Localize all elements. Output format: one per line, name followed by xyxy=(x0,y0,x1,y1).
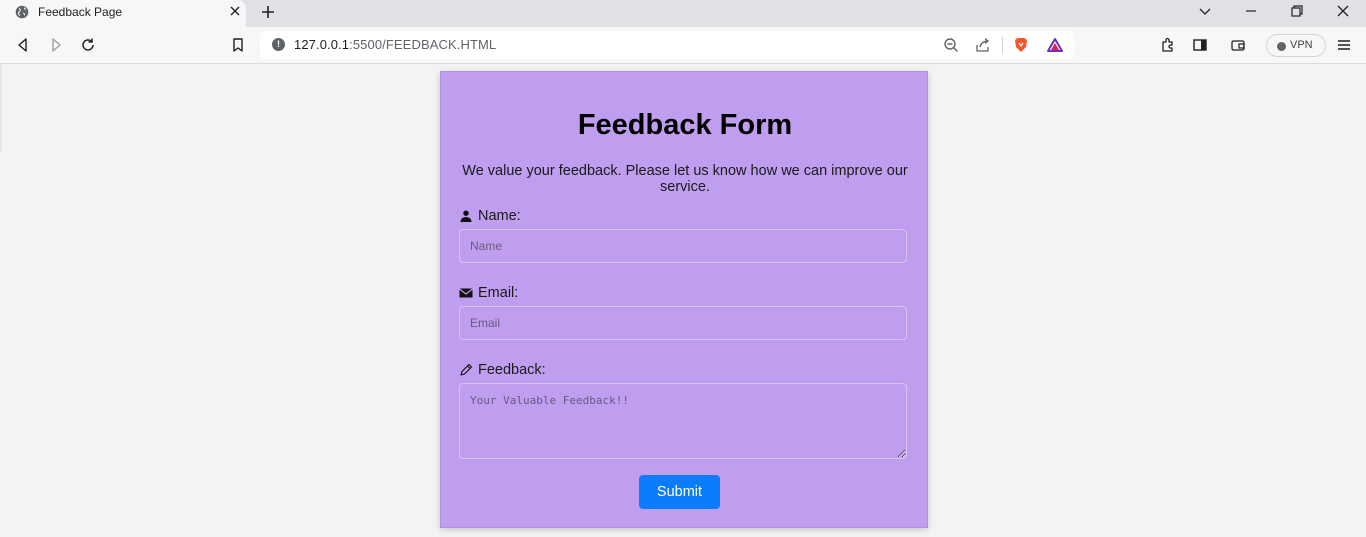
tab-search-chevron-icon[interactable] xyxy=(1198,4,1212,18)
name-label-text: Name: xyxy=(478,208,521,224)
email-label-text: Email: xyxy=(478,285,519,301)
brave-shields-icon[interactable] xyxy=(1013,37,1029,53)
url-text[interactable]: 127.0.0.1:5500/FEEDBACK.HTML xyxy=(294,37,496,52)
name-input[interactable] xyxy=(459,229,907,263)
vpn-label: VPN xyxy=(1290,39,1313,51)
vpn-status-dot xyxy=(1277,42,1286,51)
forward-icon[interactable] xyxy=(48,37,64,53)
browser-toolbar: ! 127.0.0.1:5500/FEEDBACK.HTML VPN xyxy=(0,27,1366,64)
email-input[interactable] xyxy=(459,306,907,340)
zoom-out-icon[interactable] xyxy=(943,37,959,53)
site-info-icon[interactable]: ! xyxy=(272,38,285,51)
sidebar-icon[interactable] xyxy=(1192,37,1208,53)
reload-icon[interactable] xyxy=(80,37,96,53)
vpn-button[interactable]: VPN xyxy=(1266,34,1326,57)
form-title: Feedback Form xyxy=(577,109,793,141)
url-path: :5500/FEEDBACK.HTML xyxy=(349,37,497,52)
tab-strip: Feedback Page xyxy=(0,0,1366,27)
restore-icon[interactable] xyxy=(1290,4,1304,18)
name-label: Name: xyxy=(459,208,521,224)
close-tab-icon[interactable] xyxy=(228,4,242,18)
globe-icon xyxy=(15,5,29,19)
new-tab-icon[interactable] xyxy=(260,4,276,20)
omnibox-divider xyxy=(1002,37,1003,53)
form-intro: We value your feedback. Please let us kn… xyxy=(462,163,908,195)
feedback-label: Feedback: xyxy=(459,362,546,378)
wallet-icon[interactable] xyxy=(1230,37,1246,53)
back-icon[interactable] xyxy=(15,37,31,53)
menu-icon[interactable] xyxy=(1336,37,1352,53)
feedback-textarea[interactable] xyxy=(459,383,907,459)
bookmark-icon[interactable] xyxy=(230,37,246,53)
submit-button[interactable]: Submit xyxy=(639,475,720,509)
close-window-icon[interactable] xyxy=(1336,4,1350,18)
brave-rewards-icon[interactable] xyxy=(1047,37,1063,53)
email-label: Email: xyxy=(459,285,518,301)
share-icon[interactable] xyxy=(975,37,991,53)
address-bar[interactable]: ! 127.0.0.1:5500/FEEDBACK.HTML xyxy=(260,31,1074,59)
minimize-icon[interactable] xyxy=(1244,4,1258,18)
page-edge xyxy=(0,64,2,152)
feedback-form-card: Feedback Form We value your feedback. Pl… xyxy=(440,71,928,528)
pencil-icon xyxy=(460,363,473,376)
extensions-icon[interactable] xyxy=(1160,37,1176,53)
tab-feedback-page[interactable]: Feedback Page xyxy=(0,0,246,27)
feedback-label-text: Feedback: xyxy=(478,362,546,378)
person-icon xyxy=(460,210,472,222)
envelope-icon xyxy=(459,288,473,298)
tab-title: Feedback Page xyxy=(38,5,123,19)
url-host: 127.0.0.1 xyxy=(294,37,350,52)
